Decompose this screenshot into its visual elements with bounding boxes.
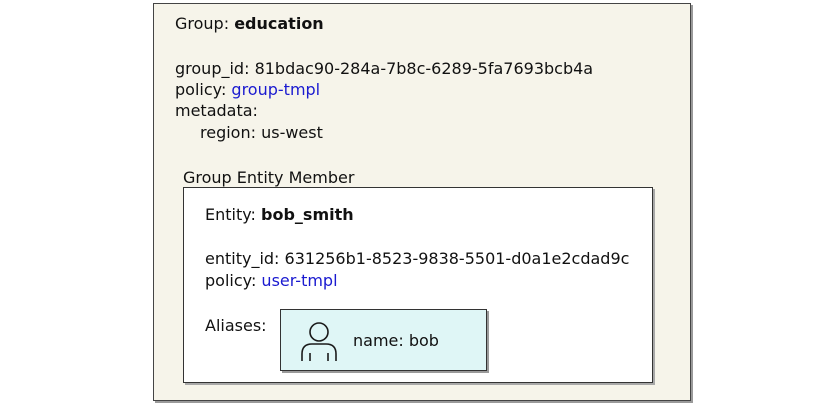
alias-name-label: name: [353, 331, 404, 350]
member-section-title: Group Entity Member [183, 168, 355, 187]
group-policy-link[interactable]: group-tmpl [231, 80, 320, 99]
region-line: region: us-west [200, 123, 323, 143]
group-id-label: group_id: [175, 59, 250, 78]
group-policy-label: policy: [175, 80, 227, 99]
alias-name-value: bob [408, 331, 439, 350]
alias-name-line: name: bob [353, 331, 439, 351]
person-icon [301, 322, 337, 361]
aliases-label: Aliases: [205, 316, 267, 335]
group-heading: Group: education [175, 14, 324, 34]
entity-policy-label: policy: [205, 271, 257, 290]
entity-id-line: entity_id: 631256b1-8523-9838-5501-d0a1e… [205, 249, 629, 269]
region-label: region: [200, 123, 256, 142]
entity-label: Entity: [205, 205, 256, 224]
group-id-line: group_id: 81bdac90-284a-7b8c-6289-5fa769… [175, 59, 593, 79]
entity-id-label: entity_id: [205, 249, 280, 268]
region-value: us-west [261, 123, 323, 142]
group-policy-line: policy: group-tmpl [175, 80, 320, 100]
entity-heading: Entity: bob_smith [205, 205, 354, 225]
group-name: education [234, 14, 324, 33]
group-id-value: 81bdac90-284a-7b8c-6289-5fa7693bcb4a [254, 59, 594, 78]
group-label: Group: [175, 14, 230, 33]
metadata-label: metadata: [175, 101, 258, 120]
entity-policy-line: policy: user-tmpl [205, 271, 338, 291]
entity-name: bob_smith [261, 205, 354, 224]
entity-policy-link[interactable]: user-tmpl [261, 271, 337, 290]
entity-id-value: 631256b1-8523-9838-5501-d0a1e2cdad9c [284, 249, 630, 268]
